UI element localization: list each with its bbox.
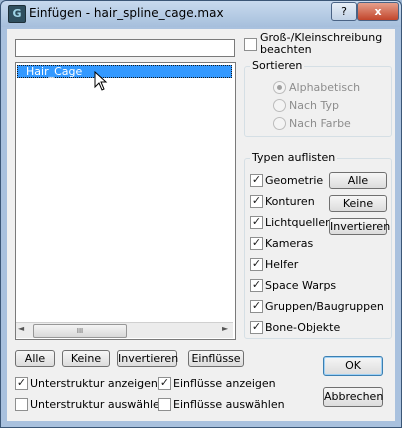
horizontal-scrollbar[interactable]: ◄ III ► [16,322,233,338]
scroll-left-arrow-icon[interactable]: ◄ [18,324,24,333]
type-groups-label: Gruppen/Baugruppen [265,300,384,313]
sort-by-type-radio[interactable] [273,99,286,112]
show-influences-label: Einflüsse anzeigen [173,377,276,390]
type-groups-checkbox[interactable]: ✓ [250,299,263,313]
sort-alphabetical-label: Alphabetisch [289,81,361,94]
types-group-title: Typen auflisten [250,151,338,164]
type-geometry-label: Geometrie [265,174,324,187]
scroll-right-arrow-icon[interactable]: ► [222,324,228,333]
list-item-selected[interactable]: Hair_Cage [17,65,232,78]
invert-selection-button[interactable]: Invertieren [117,350,178,367]
dialog-client: Groß-/Kleinschreibung beachten Hair_Cage… [7,29,395,421]
show-substructure-label: Unterstruktur anzeigen [30,377,158,390]
select-influences-checkbox[interactable] [158,398,171,411]
influences-button[interactable]: Einflüsse [188,350,244,367]
show-influences-checkbox[interactable]: ✓ [158,376,171,390]
show-substructure-checkbox[interactable]: ✓ [15,376,28,390]
ok-button[interactable]: OK [323,356,383,376]
select-substructure-label: Unterstruktur auswählen [30,398,167,411]
type-shapes-checkbox[interactable]: ✓ [250,194,263,208]
select-substructure-checkbox[interactable] [15,398,28,411]
type-bones-checkbox[interactable]: ✓ [250,320,263,334]
case-sensitive-label: Groß-/Kleinschreibung beachten [260,31,383,56]
sort-group-title: Sortieren [250,59,305,72]
type-lights-checkbox[interactable]: ✓ [250,215,263,229]
type-shapes-label: Konturen [265,195,315,208]
window-title: Einfügen - hair_spline_cage.max [29,6,224,20]
title-bar[interactable]: G Einfügen - hair_spline_cage.max ? x [1,1,401,27]
type-cameras-checkbox[interactable]: ✓ [250,236,263,250]
search-input[interactable] [15,39,235,57]
close-button[interactable]: x [357,2,399,21]
type-geometry-checkbox[interactable]: ✓ [250,173,263,187]
type-lights-label: Lichtquellen [265,216,333,229]
select-none-button[interactable]: Keine [62,350,110,367]
type-cameras-label: Kameras [265,237,314,250]
sort-by-type-label: Nach Typ [289,99,339,112]
type-bones-label: Bone-Objekte [265,321,341,334]
type-helpers-checkbox[interactable]: ✓ [250,257,263,271]
select-influences-label: Einflüsse auswählen [173,398,285,411]
select-all-button[interactable]: Alle [15,350,55,367]
object-list[interactable]: Hair_Cage ◄ III ► [15,62,236,340]
type-helpers-label: Helfer [265,258,299,271]
scrollbar-grip: III [76,327,84,335]
case-sensitive-checkbox[interactable] [244,38,257,51]
insert-dialog-window: G Einfügen - hair_spline_cage.max ? x Gr… [0,0,402,428]
list-item-label: Hair_Cage [26,65,83,78]
app-icon: G [8,5,26,23]
cancel-button[interactable]: Abbrechen [323,387,383,407]
help-button[interactable]: ? [331,2,357,21]
sort-alphabetical-radio[interactable] [273,81,286,94]
sort-by-color-label: Nach Farbe [289,117,351,130]
types-invert-button[interactable]: Invertieren [329,218,390,235]
type-space-warps-checkbox[interactable]: ✓ [250,278,263,292]
scrollbar-thumb[interactable]: III [33,324,127,338]
types-none-button[interactable]: Keine [329,195,387,212]
sort-by-color-radio[interactable] [273,117,286,130]
mouse-cursor-icon [94,71,108,91]
types-all-button[interactable]: Alle [329,172,387,189]
type-space-warps-label: Space Warps [265,279,337,292]
